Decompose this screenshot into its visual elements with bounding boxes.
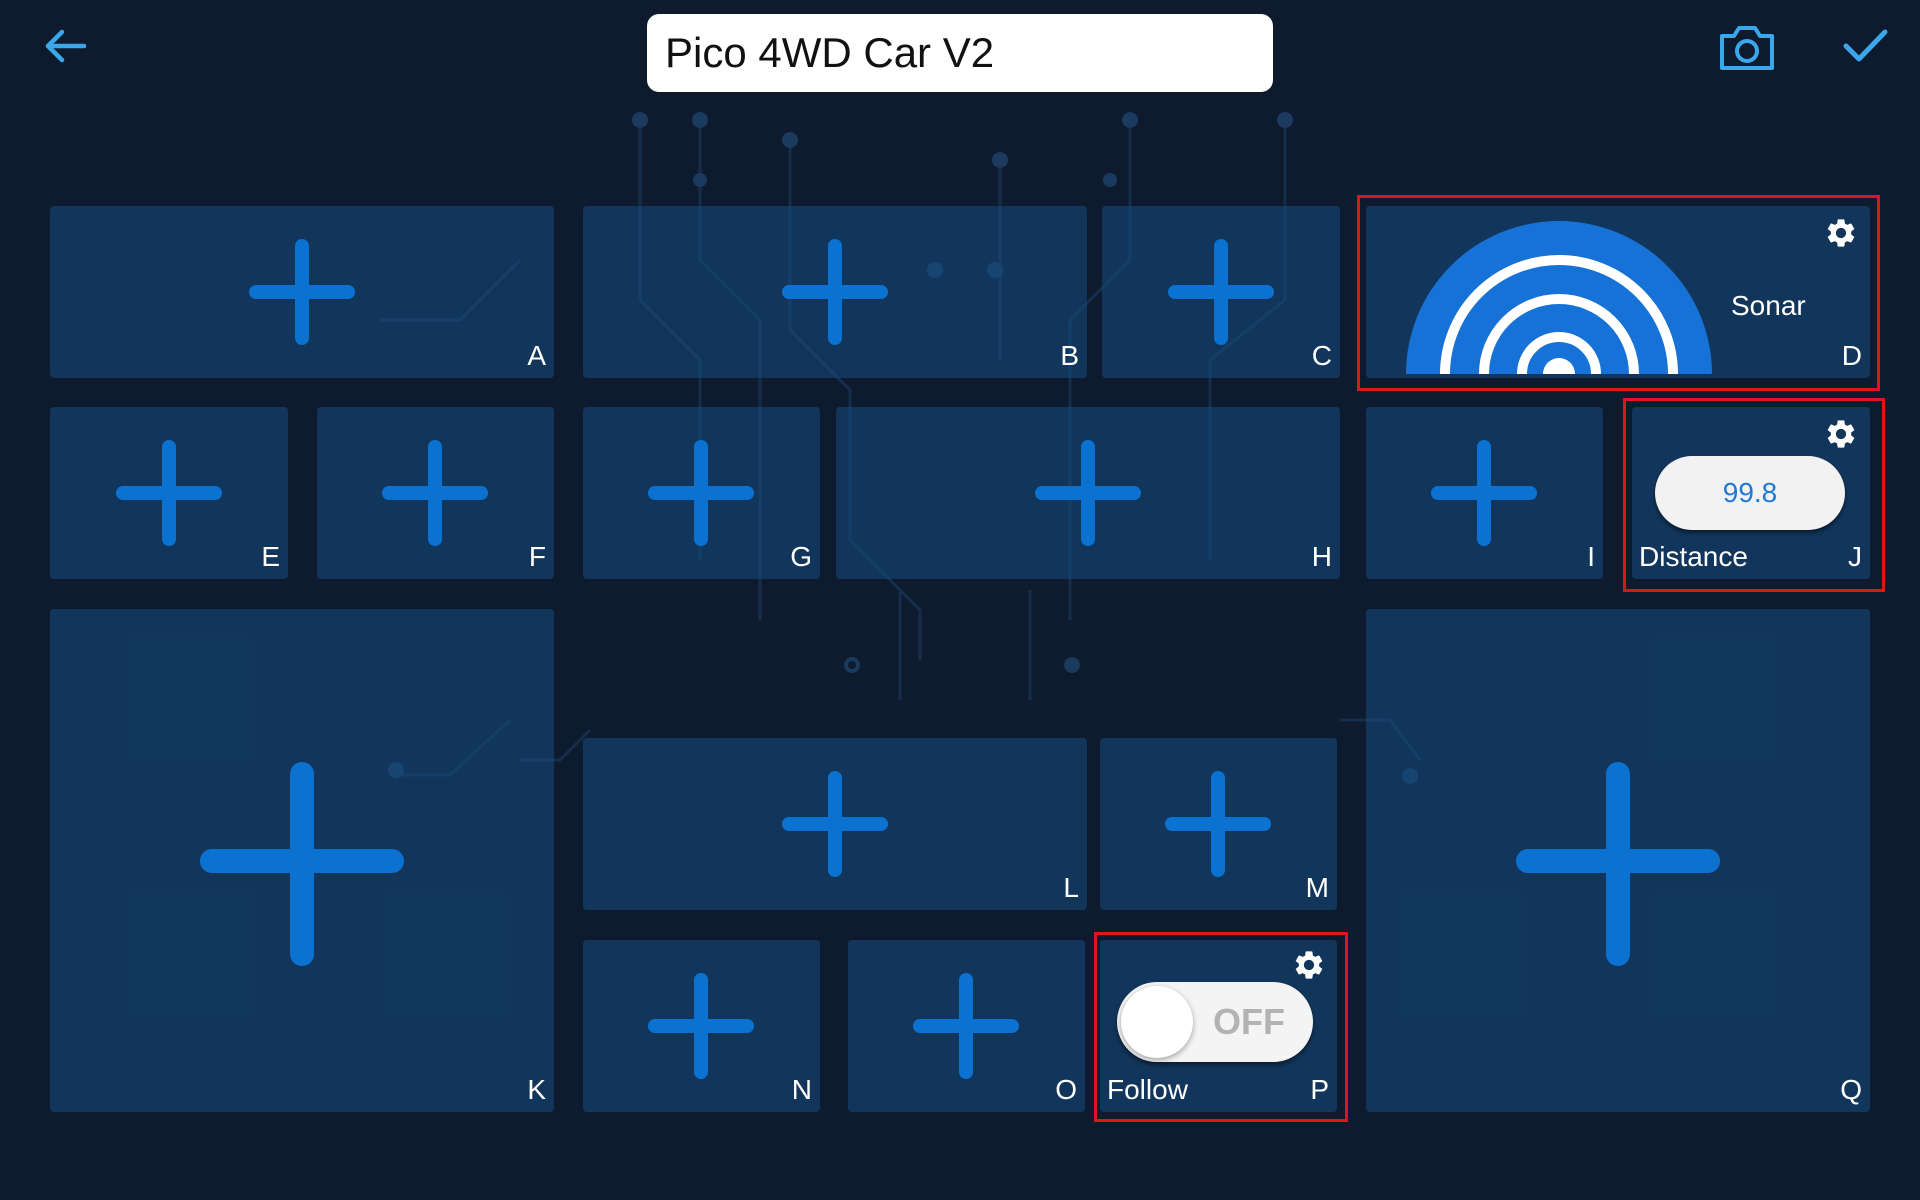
plus-icon xyxy=(382,440,488,546)
slot-label: H xyxy=(1311,541,1332,572)
slot-h[interactable]: H xyxy=(836,407,1340,579)
arrow-left-icon xyxy=(45,29,87,63)
plus-icon xyxy=(1516,762,1720,966)
slot-q[interactable]: Q xyxy=(1366,609,1870,1112)
slot-i[interactable]: I xyxy=(1366,407,1603,579)
plus-icon xyxy=(1431,440,1537,546)
slot-d-sonar[interactable]: Sonar D xyxy=(1366,206,1870,378)
confirm-button[interactable] xyxy=(1840,26,1890,66)
slot-label: B xyxy=(1060,340,1079,371)
slot-f[interactable]: F xyxy=(317,407,554,579)
slot-n[interactable]: N xyxy=(583,940,820,1112)
slot-g[interactable]: G xyxy=(583,407,820,579)
slot-label: Q xyxy=(1840,1074,1862,1105)
slot-o[interactable]: O xyxy=(848,940,1085,1112)
slot-label: K xyxy=(527,1074,546,1105)
slot-c[interactable]: C xyxy=(1102,206,1340,378)
slot-m[interactable]: M xyxy=(1100,738,1337,910)
slot-label: N xyxy=(791,1074,812,1105)
slot-label: A xyxy=(527,340,546,371)
plus-icon xyxy=(249,239,355,345)
gear-icon[interactable] xyxy=(1824,417,1858,451)
plus-icon xyxy=(1035,440,1141,546)
plus-icon xyxy=(913,973,1019,1079)
plus-icon xyxy=(648,973,754,1079)
slot-label: L xyxy=(1063,872,1079,903)
plus-icon xyxy=(782,771,888,877)
sonar-icon xyxy=(1406,221,1712,374)
camera-button[interactable] xyxy=(1716,20,1778,74)
plus-icon xyxy=(200,762,404,966)
distance-label: Distance xyxy=(1639,541,1748,572)
plus-icon xyxy=(648,440,754,546)
slot-k[interactable]: K xyxy=(50,609,554,1112)
gear-icon[interactable] xyxy=(1292,948,1326,982)
slot-label: D xyxy=(1841,340,1862,371)
toggle-state: OFF xyxy=(1213,1001,1285,1042)
project-title: Pico 4WD Car V2 xyxy=(665,29,995,76)
slot-a[interactable]: A xyxy=(50,206,554,378)
slot-label: P xyxy=(1310,1074,1329,1105)
slot-label: C xyxy=(1311,340,1332,371)
project-title-field[interactable]: Pico 4WD Car V2 xyxy=(647,14,1273,92)
camera-icon xyxy=(1720,26,1774,70)
slot-label: G xyxy=(790,541,812,572)
plus-icon xyxy=(1165,771,1271,877)
slot-label: E xyxy=(261,541,280,572)
follow-toggle[interactable]: OFF xyxy=(1117,982,1313,1062)
gear-icon[interactable] xyxy=(1824,216,1858,250)
checkmark-icon xyxy=(1843,29,1888,62)
toggle-knob xyxy=(1121,986,1193,1058)
slot-label: F xyxy=(528,541,546,572)
plus-icon xyxy=(1168,239,1274,345)
slot-l[interactable]: L xyxy=(583,738,1087,910)
plus-icon xyxy=(782,239,888,345)
slot-label: J xyxy=(1848,541,1862,572)
distance-value-display: 99.8 xyxy=(1655,456,1845,530)
slot-label: O xyxy=(1055,1074,1077,1105)
sonar-label: Sonar xyxy=(1731,290,1806,321)
slot-label: I xyxy=(1587,541,1595,572)
follow-label: Follow xyxy=(1107,1074,1188,1105)
slot-b[interactable]: B xyxy=(583,206,1087,378)
plus-icon xyxy=(116,440,222,546)
back-button[interactable] xyxy=(40,24,90,68)
slot-label: M xyxy=(1305,872,1329,903)
slot-e[interactable]: E xyxy=(50,407,288,579)
